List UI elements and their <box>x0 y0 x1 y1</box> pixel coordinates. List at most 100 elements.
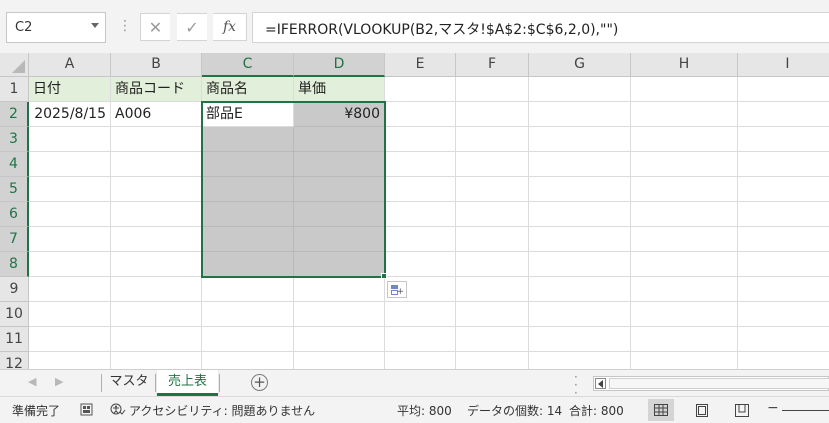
cell-e1[interactable] <box>385 77 456 102</box>
cell-empty[interactable] <box>456 152 529 177</box>
cell-empty[interactable] <box>202 327 294 352</box>
cell-d7[interactable] <box>294 227 385 252</box>
row-header-3[interactable]: 3 <box>0 127 29 152</box>
cell-empty[interactable] <box>29 327 111 352</box>
cell-c1[interactable]: 商品名 <box>202 77 294 102</box>
cell-empty[interactable] <box>529 152 631 177</box>
sheet-prev-icon[interactable]: ◀ <box>28 375 36 388</box>
cell-empty[interactable] <box>631 202 738 227</box>
cell-empty[interactable] <box>456 102 529 127</box>
cell-empty[interactable] <box>631 227 738 252</box>
cell-empty[interactable] <box>385 227 456 252</box>
formula-input[interactable]: =IFERROR(VLOOKUP(B2,マスタ!$A$2:$C$6,2,0),"… <box>252 12 829 43</box>
cell-c8[interactable] <box>202 252 294 277</box>
cell-empty[interactable] <box>385 152 456 177</box>
cell-empty[interactable] <box>111 127 202 152</box>
cell-empty[interactable] <box>738 227 829 252</box>
cell-empty[interactable] <box>738 152 829 177</box>
row-header-1[interactable]: 1 <box>0 77 29 102</box>
cell-empty[interactable] <box>29 202 111 227</box>
cell-d5[interactable] <box>294 177 385 202</box>
cell-empty[interactable] <box>529 277 631 302</box>
cell-empty[interactable] <box>29 177 111 202</box>
cell-d3[interactable] <box>294 127 385 152</box>
cell-empty[interactable] <box>29 152 111 177</box>
column-header-c[interactable]: C <box>202 53 294 77</box>
cell-empty[interactable] <box>529 302 631 327</box>
column-header-g[interactable]: G <box>529 53 631 77</box>
cell-d2[interactable]: ¥800 <box>294 102 385 127</box>
formula-bar-grip-icon[interactable]: ⋮ <box>118 18 132 34</box>
cell-empty[interactable] <box>111 227 202 252</box>
row-header-4[interactable]: 4 <box>0 152 29 177</box>
cell-empty[interactable] <box>631 127 738 152</box>
cell-c3[interactable] <box>202 127 294 152</box>
cell-empty[interactable] <box>385 127 456 152</box>
page-layout-button[interactable] <box>689 399 715 421</box>
cell-empty[interactable] <box>29 352 111 369</box>
tab-master[interactable]: マスタ <box>104 370 154 396</box>
cell-empty[interactable] <box>385 302 456 327</box>
cell-empty[interactable] <box>631 177 738 202</box>
cell-a1[interactable]: 日付 <box>29 77 111 102</box>
cell-empty[interactable] <box>738 202 829 227</box>
cell-empty[interactable] <box>631 302 738 327</box>
cell-empty[interactable] <box>456 352 529 369</box>
column-header-e[interactable]: E <box>385 53 456 77</box>
cell-empty[interactable] <box>456 127 529 152</box>
cell-empty[interactable] <box>738 327 829 352</box>
column-header-h[interactable]: H <box>631 53 738 77</box>
cell-empty[interactable] <box>529 202 631 227</box>
cell-empty[interactable] <box>631 152 738 177</box>
cell-empty[interactable] <box>529 252 631 277</box>
cell-empty[interactable] <box>456 327 529 352</box>
cell-empty[interactable] <box>294 327 385 352</box>
tab-splitter-icon[interactable]: · · · <box>574 371 578 399</box>
zoom-slider[interactable] <box>782 410 829 411</box>
cell-empty[interactable] <box>738 127 829 152</box>
cell-d1[interactable]: 単価 <box>294 77 385 102</box>
macro-record-icon[interactable] <box>80 403 93 416</box>
cell-empty[interactable] <box>631 252 738 277</box>
row-header-12[interactable]: 12 <box>0 352 29 369</box>
cell-empty[interactable] <box>529 227 631 252</box>
cell-empty[interactable] <box>111 327 202 352</box>
row-header-9[interactable]: 9 <box>0 277 29 302</box>
cell-a2[interactable]: 2025/8/15 <box>29 102 111 127</box>
cell-b1[interactable]: 商品コード <box>111 77 202 102</box>
cell-empty[interactable] <box>111 152 202 177</box>
column-header-b[interactable]: B <box>111 53 202 77</box>
cell-empty[interactable] <box>111 277 202 302</box>
enter-icon[interactable]: ✓ <box>177 13 207 41</box>
cell-g1[interactable] <box>529 77 631 102</box>
sheet-next-icon[interactable]: ▶ <box>55 375 63 388</box>
tab-sales[interactable]: 売上表 <box>157 370 218 396</box>
scroll-thumb[interactable] <box>609 378 829 389</box>
cell-empty[interactable] <box>738 102 829 127</box>
cell-empty[interactable] <box>529 327 631 352</box>
cell-empty[interactable] <box>385 202 456 227</box>
cell-c5[interactable] <box>202 177 294 202</box>
cell-b2[interactable]: A006 <box>111 102 202 127</box>
cell-empty[interactable] <box>111 177 202 202</box>
column-header-i[interactable]: I <box>738 53 829 77</box>
cell-empty[interactable] <box>202 277 294 302</box>
cell-empty[interactable] <box>529 127 631 152</box>
cell-empty[interactable] <box>738 302 829 327</box>
cell-empty[interactable] <box>738 252 829 277</box>
cell-empty[interactable] <box>631 327 738 352</box>
cell-c2[interactable]: 部品E <box>202 102 294 127</box>
page-break-button[interactable] <box>729 399 755 421</box>
cell-empty[interactable] <box>111 302 202 327</box>
quick-analysis-icon[interactable]: + <box>387 281 407 298</box>
scroll-left-icon[interactable] <box>595 378 606 389</box>
cell-empty[interactable] <box>529 177 631 202</box>
cell-c7[interactable] <box>202 227 294 252</box>
zoom-out-icon[interactable]: − <box>767 400 779 416</box>
cell-empty[interactable] <box>738 177 829 202</box>
cell-empty[interactable] <box>294 352 385 369</box>
add-sheet-icon[interactable]: + <box>251 374 268 391</box>
cell-empty[interactable] <box>738 77 829 102</box>
row-header-11[interactable]: 11 <box>0 327 29 352</box>
fill-handle[interactable] <box>381 273 387 279</box>
